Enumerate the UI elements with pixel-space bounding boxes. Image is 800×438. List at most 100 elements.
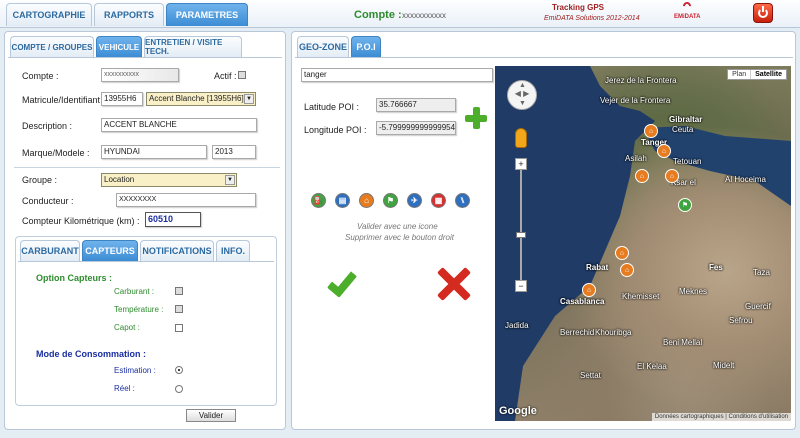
subtab-carburant[interactable]: CARBURANT bbox=[20, 240, 80, 261]
latitude-input[interactable]: 35.766667 bbox=[376, 98, 456, 112]
groupe-select[interactable]: Location ▼ bbox=[101, 173, 237, 187]
pan-arrows-icon: ◀ ▶ bbox=[514, 89, 530, 98]
map-type-control: Plan Satellite bbox=[727, 69, 787, 80]
map-city-label: Berrechid bbox=[560, 328, 595, 337]
map-city-label: Khemisset bbox=[622, 292, 660, 301]
poi-marker[interactable]: ⌂ bbox=[657, 144, 671, 158]
subtab-capteurs[interactable]: CAPTEURS bbox=[82, 240, 138, 261]
poi-type-icon[interactable]: ▦ bbox=[431, 193, 446, 208]
map-city-label: Vejer de la Frontera bbox=[600, 96, 671, 105]
marque-input[interactable]: HYUNDAI bbox=[101, 145, 207, 159]
map-city-label: Khouribga bbox=[595, 328, 632, 337]
right-tab-divider bbox=[295, 57, 793, 58]
poi-type-icon[interactable]: ⑊ bbox=[455, 193, 470, 208]
compte-field[interactable]: xxxxxxxxxx bbox=[101, 68, 179, 82]
longitude-input[interactable]: -5.7999999999999545 bbox=[376, 121, 456, 135]
tab-geo-zone[interactable]: GEO-ZONE bbox=[297, 36, 349, 57]
capot-checkbox[interactable] bbox=[175, 324, 183, 332]
logo-text: EMiDATA bbox=[674, 14, 701, 20]
map-pan-control[interactable]: ◀ ▶ ▲ ▼ bbox=[507, 80, 537, 110]
map-terms-link[interactable]: Conditions d'utilisation bbox=[728, 414, 788, 420]
left-tab-divider bbox=[8, 57, 282, 58]
carburant-checkbox[interactable] bbox=[175, 287, 183, 295]
actif-label: Actif : bbox=[214, 71, 237, 81]
map-footer: Données cartographiques | Conditions d'u… bbox=[651, 413, 791, 421]
tab-vehicule[interactable]: VEHICULE bbox=[96, 36, 142, 57]
compteur-input[interactable]: 60510 bbox=[145, 212, 201, 227]
power-button[interactable] bbox=[753, 3, 773, 23]
map-city-label: Sefrou bbox=[729, 316, 753, 325]
map-city-label: Jadida bbox=[505, 321, 529, 330]
poi-type-icon[interactable]: ✈ bbox=[407, 193, 422, 208]
compte-field-label: Compte : bbox=[22, 71, 59, 81]
poi-marker[interactable]: ⌂ bbox=[582, 283, 596, 297]
poi-search-input[interactable]: tanger bbox=[301, 68, 493, 82]
longitude-label: Longitude POI : bbox=[304, 125, 367, 135]
subtab-info[interactable]: INFO. bbox=[216, 240, 250, 261]
map-satellite-button[interactable]: Satellite bbox=[751, 70, 786, 79]
conducteur-input[interactable]: XXXXXXXX bbox=[116, 193, 256, 207]
map-city-label: Jerez de la Frontera bbox=[605, 76, 677, 85]
zoom-in-button[interactable]: + bbox=[515, 158, 527, 170]
tab-compte-groupes[interactable]: COMPTE / GROUPES bbox=[10, 36, 94, 57]
map-city-label: Fes bbox=[709, 263, 723, 272]
add-poi-button[interactable] bbox=[464, 106, 488, 130]
latitude-label: Latitude POI : bbox=[304, 102, 360, 112]
vehicule-select[interactable]: Accent Blanche [13955H6] ▼ bbox=[146, 92, 256, 106]
tab-poi[interactable]: P.O.I bbox=[351, 36, 381, 57]
zoom-out-button[interactable]: − bbox=[515, 280, 527, 292]
capteur-carburant-label: Carburant : bbox=[114, 287, 155, 296]
poi-type-icon[interactable]: ⚑ bbox=[383, 193, 398, 208]
tab-entretien[interactable]: ENTRETIEN / VISITE TECH. bbox=[144, 36, 242, 57]
zoom-slider-handle[interactable] bbox=[516, 232, 526, 238]
subtab-divider bbox=[18, 261, 274, 262]
satellite-map[interactable]: Plan Satellite ◀ ▶ ▲ ▼ + − Jerez de la F… bbox=[495, 66, 791, 421]
matricule-input[interactable]: 13955H6 bbox=[101, 92, 143, 106]
valider-button[interactable]: Valider bbox=[186, 409, 236, 422]
map-plan-button[interactable]: Plan bbox=[728, 70, 752, 79]
cancel-x-button[interactable] bbox=[436, 266, 472, 302]
poi-marker[interactable]: ⌂ bbox=[644, 124, 658, 138]
temperature-checkbox[interactable] bbox=[175, 305, 183, 313]
groupe-label: Groupe : bbox=[22, 175, 58, 185]
poi-marker[interactable]: ⌂ bbox=[620, 263, 634, 277]
poi-type-icon[interactable]: ⛽ bbox=[311, 193, 326, 208]
mode-reel-label: Réel : bbox=[114, 384, 135, 393]
annee-input[interactable]: 2013 bbox=[212, 145, 256, 159]
hint-valider: Valider avec une icone bbox=[357, 222, 438, 231]
subtab-notifications[interactable]: NOTIFICATIONS bbox=[140, 240, 214, 261]
poi-type-icon[interactable]: ▤ bbox=[335, 193, 350, 208]
zoom-slider-track[interactable] bbox=[520, 170, 522, 280]
estimation-radio[interactable] bbox=[175, 366, 183, 374]
nav-tab-rapports[interactable]: RAPPORTS bbox=[94, 3, 164, 26]
map-city-label: El Kelaa bbox=[637, 362, 667, 371]
vehicule-select-value: Accent Blanche [13955H6] bbox=[149, 94, 244, 103]
map-city-label: Ceuta bbox=[672, 125, 694, 134]
mode-estimation-label: Estimation : bbox=[114, 366, 156, 375]
map-city-label: Beni Mellal bbox=[663, 338, 703, 347]
map-city-label: Meknes bbox=[679, 287, 708, 296]
confirm-check-button[interactable] bbox=[326, 266, 364, 302]
reel-radio[interactable] bbox=[175, 385, 183, 393]
description-input[interactable]: ACCENT BLANCHE bbox=[101, 118, 257, 132]
poi-type-icon[interactable]: ⌂ bbox=[359, 193, 374, 208]
map-city-label: Midelt bbox=[713, 361, 735, 370]
poi-marker[interactable]: ⌂ bbox=[635, 169, 649, 183]
poi-marker[interactable]: ⌂ bbox=[615, 246, 629, 260]
option-capteurs-title: Option Capteurs : bbox=[36, 273, 112, 283]
map-city-label: Tetouan bbox=[673, 157, 702, 166]
map-city-label: Taza bbox=[753, 268, 770, 277]
map-city-label: Settat bbox=[580, 371, 601, 380]
street-view-pegman-icon[interactable] bbox=[515, 128, 527, 148]
compteur-label: Compteur Kilométrique (km) : bbox=[22, 216, 140, 226]
map-city-label: Al Hoceima bbox=[725, 175, 766, 184]
nav-tab-cartographie[interactable]: CARTOGRAPHIE bbox=[6, 3, 92, 26]
compte-value: xxxxxxxxxxx bbox=[402, 11, 446, 20]
nav-tab-parametres[interactable]: PARAMETRES bbox=[166, 3, 248, 26]
map-city-label: Guercif bbox=[745, 302, 771, 311]
poi-marker[interactable]: ⌂ bbox=[665, 169, 679, 183]
actif-checkbox[interactable] bbox=[238, 71, 246, 79]
capteur-capot-label: Capot : bbox=[114, 323, 140, 332]
poi-marker[interactable]: ⚑ bbox=[678, 198, 692, 212]
map-data-link[interactable]: Données cartographiques bbox=[655, 414, 724, 420]
